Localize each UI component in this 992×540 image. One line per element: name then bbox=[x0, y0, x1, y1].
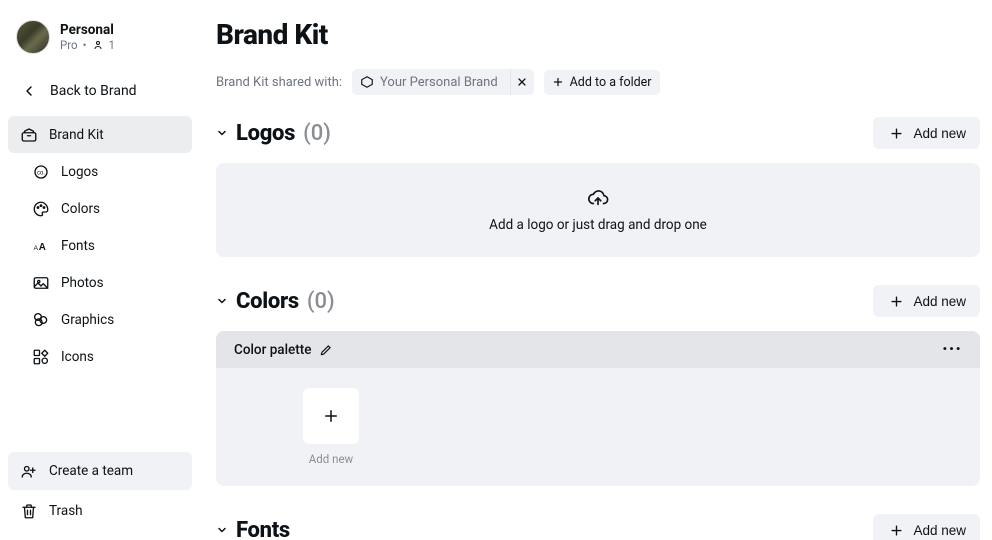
back-to-brand[interactable]: Back to Brand bbox=[8, 72, 192, 110]
add-color-label: Add new bbox=[913, 294, 966, 309]
nav-list: Brand Kit co. Logos Colors AA Fonts Phot… bbox=[8, 116, 192, 375]
brand-kit-icon bbox=[20, 126, 38, 144]
plus-icon bbox=[887, 124, 905, 142]
add-logo-label: Add new bbox=[913, 126, 966, 141]
plus-icon bbox=[887, 521, 905, 539]
icons-icon bbox=[32, 348, 50, 366]
profile-sub: Pro • 1 bbox=[60, 38, 115, 52]
profile-block[interactable]: Personal Pro • 1 bbox=[8, 10, 192, 72]
add-color-tile-label: Add new bbox=[309, 452, 353, 466]
brand-chip-icon bbox=[360, 75, 374, 89]
section-toggle-logos[interactable]: Logos (0) bbox=[216, 121, 331, 146]
chevron-left-icon bbox=[20, 82, 38, 100]
profile-text: Personal Pro • 1 bbox=[60, 22, 115, 52]
chevron-down-icon bbox=[216, 295, 228, 307]
members-icon bbox=[92, 39, 104, 51]
fonts-icon: AA bbox=[32, 237, 50, 255]
chevron-down-icon bbox=[216, 524, 228, 536]
sidebar-item-fonts[interactable]: AA Fonts bbox=[8, 227, 192, 264]
add-color-tile-wrap: Add new bbox=[286, 388, 376, 466]
section-colors: Colors (0) Add new Color palette ··· bbox=[216, 285, 980, 486]
add-logo-button[interactable]: Add new bbox=[873, 117, 980, 149]
page-title: Brand Kit bbox=[216, 18, 980, 51]
edit-icon[interactable] bbox=[319, 343, 333, 357]
palette-title-wrap[interactable]: Color palette bbox=[234, 342, 333, 358]
sidebar-item-label: Graphics bbox=[61, 312, 114, 328]
back-label: Back to Brand bbox=[50, 83, 137, 99]
chevron-down-icon bbox=[216, 127, 228, 139]
sidebar-item-icons[interactable]: Icons bbox=[8, 338, 192, 375]
section-title-fonts: Fonts bbox=[236, 518, 290, 540]
graphics-icon bbox=[32, 311, 50, 329]
profile-members: 1 bbox=[109, 38, 115, 52]
add-color-button[interactable]: Add new bbox=[873, 285, 980, 317]
sidebar-item-label: Icons bbox=[61, 349, 94, 365]
sidebar-item-label: Colors bbox=[61, 201, 100, 217]
sidebar-item-label: Photos bbox=[61, 275, 104, 291]
section-title-logos: Logos bbox=[236, 121, 295, 146]
add-folder-label: Add to a folder bbox=[570, 75, 652, 90]
svg-text:co.: co. bbox=[37, 170, 45, 176]
palette-header: Color palette ··· bbox=[216, 331, 980, 368]
trash-icon bbox=[20, 502, 38, 520]
sidebar-item-label: Logos bbox=[61, 164, 98, 180]
sidebar-item-photos[interactable]: Photos bbox=[8, 264, 192, 301]
plus-icon bbox=[552, 76, 564, 88]
shared-with-label: Brand Kit shared with: bbox=[216, 75, 342, 90]
section-logos: Logos (0) Add new Add a logo or just dra… bbox=[216, 117, 980, 257]
trash-button[interactable]: Trash bbox=[8, 492, 192, 530]
svg-text:A: A bbox=[39, 241, 46, 252]
add-color-tile[interactable] bbox=[303, 388, 359, 444]
create-team-button[interactable]: Create a team bbox=[8, 452, 192, 490]
palette-card: Color palette ··· Add new bbox=[216, 331, 980, 486]
photos-icon bbox=[32, 274, 50, 292]
add-folder-button[interactable]: Add to a folder bbox=[544, 70, 660, 95]
sidebar: Personal Pro • 1 Back to Brand Brand Kit bbox=[0, 0, 200, 540]
add-font-label: Add new bbox=[913, 523, 966, 538]
sidebar-item-brand-kit[interactable]: Brand Kit bbox=[8, 116, 192, 153]
profile-name: Personal bbox=[60, 22, 115, 38]
main-content: Brand Kit Brand Kit shared with: Your Pe… bbox=[200, 0, 992, 540]
sidebar-item-graphics[interactable]: Graphics bbox=[8, 301, 192, 338]
logos-icon: co. bbox=[32, 163, 50, 181]
shared-chip[interactable]: Your Personal Brand bbox=[352, 69, 534, 95]
profile-plan: Pro bbox=[60, 38, 78, 52]
section-title-colors: Colors bbox=[236, 289, 299, 314]
dropzone-text: Add a logo or just drag and drop one bbox=[489, 217, 707, 233]
create-team-label: Create a team bbox=[49, 463, 133, 479]
sidebar-item-logos[interactable]: co. Logos bbox=[8, 153, 192, 190]
section-count-logos: (0) bbox=[303, 121, 331, 146]
sidebar-item-label: Brand Kit bbox=[49, 127, 104, 143]
section-fonts: Fonts Add new bbox=[216, 514, 980, 540]
svg-text:A: A bbox=[34, 244, 39, 251]
colors-icon bbox=[32, 200, 50, 218]
upload-cloud-icon bbox=[587, 187, 609, 209]
palette-body: Add new bbox=[216, 368, 980, 486]
share-row: Brand Kit shared with: Your Personal Bra… bbox=[216, 69, 980, 95]
logo-dropzone[interactable]: Add a logo or just drag and drop one bbox=[216, 163, 980, 257]
add-font-button[interactable]: Add new bbox=[873, 514, 980, 540]
sidebar-item-colors[interactable]: Colors bbox=[8, 190, 192, 227]
section-toggle-colors[interactable]: Colors (0) bbox=[216, 289, 335, 314]
sidebar-item-label: Fonts bbox=[61, 238, 95, 254]
palette-more-button[interactable]: ··· bbox=[942, 339, 962, 360]
palette-title: Color palette bbox=[234, 342, 311, 358]
team-icon bbox=[20, 462, 38, 480]
trash-label: Trash bbox=[49, 503, 83, 519]
sidebar-bottom: Create a team Trash bbox=[8, 452, 192, 530]
plus-icon bbox=[887, 292, 905, 310]
section-toggle-fonts[interactable]: Fonts bbox=[216, 518, 290, 540]
avatar bbox=[16, 20, 50, 54]
remove-share-button[interactable] bbox=[510, 69, 534, 95]
shared-chip-label: Your Personal Brand bbox=[380, 75, 498, 90]
section-count-colors: (0) bbox=[307, 289, 335, 314]
